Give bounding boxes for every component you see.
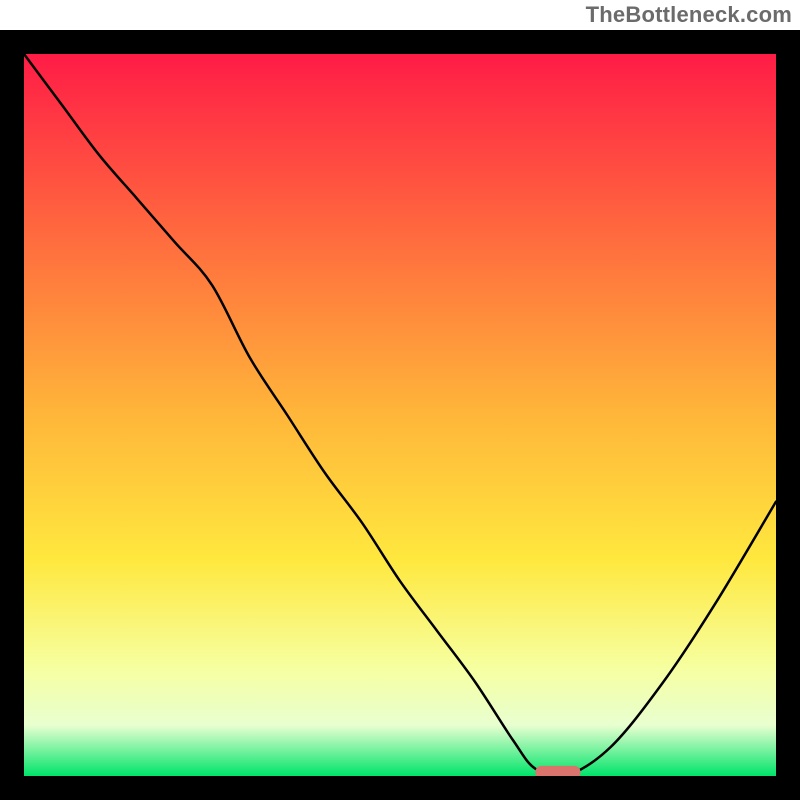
plot-background [24, 54, 776, 776]
attribution-text: TheBottleneck.com [586, 2, 792, 28]
chart-container: TheBottleneck.com [0, 0, 800, 800]
bottleneck-chart [0, 0, 800, 800]
